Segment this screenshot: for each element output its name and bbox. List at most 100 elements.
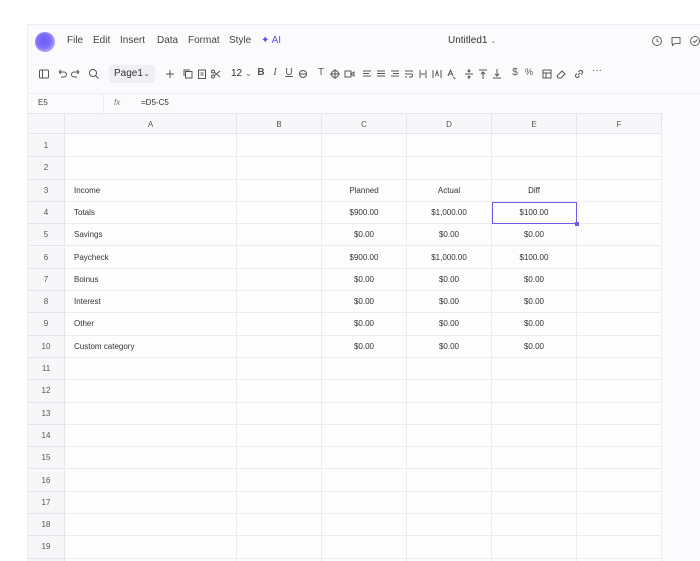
cell-c3[interactable]: Planned [322,179,407,202]
cell-a8[interactable]: Interest [65,291,237,314]
cell-d5[interactable]: $0.00 [407,224,492,247]
cell-d1[interactable] [407,135,492,158]
cell-d13[interactable] [407,402,492,425]
highlight-icon[interactable] [342,67,356,81]
cell-c18[interactable] [322,514,407,537]
cut-icon[interactable] [209,67,223,81]
cell-d8[interactable]: $0.00 [407,291,492,314]
cell-c6[interactable]: $900.00 [322,246,407,269]
menu-format[interactable]: Format [188,35,220,46]
italic-icon[interactable]: I [268,67,282,81]
cell-c19[interactable] [322,536,407,559]
cell-e16[interactable] [492,469,577,492]
cell-a17[interactable] [65,491,237,515]
cell-d16[interactable] [407,469,492,492]
menu-insert[interactable]: Insert [120,35,145,46]
cell-b14[interactable] [237,424,322,448]
cell-reference[interactable]: E5 [38,98,48,107]
cell-a19[interactable] [65,536,237,559]
cell-f10[interactable] [577,335,662,358]
link-icon[interactable] [572,67,586,81]
cell-c8[interactable]: $0.00 [322,291,407,314]
row-header[interactable]: 13 [28,402,65,425]
cell-b19[interactable] [237,536,322,559]
more-icon[interactable]: ··· [590,66,604,81]
add-icon[interactable] [163,67,177,81]
cell-d15[interactable] [407,447,492,470]
menu-style[interactable]: Style [229,35,251,46]
row-header[interactable]: 4 [28,201,65,225]
cell-b17[interactable] [237,491,322,515]
cell-f11[interactable] [577,358,662,381]
wrap-text-icon[interactable] [402,67,416,81]
cell-c15[interactable] [322,447,407,470]
row-header[interactable]: 16 [28,469,65,492]
cell-e19[interactable] [492,536,577,559]
align-center-icon[interactable] [374,67,388,81]
cell-f13[interactable] [577,402,662,425]
cell-d17[interactable] [407,491,492,515]
underline-icon[interactable]: U [282,67,296,81]
cell-a15[interactable] [65,447,237,470]
cell-b13[interactable] [237,402,322,425]
cell-b7[interactable] [237,268,322,292]
cell-b15[interactable] [237,447,322,470]
row-header[interactable]: 3 [28,179,65,202]
cell-a2[interactable] [65,157,237,180]
cell-f7[interactable] [577,268,662,292]
cell-d6[interactable]: $1,000.00 [407,246,492,269]
column-header-c[interactable]: C [322,113,407,134]
cell-a10[interactable]: Custom category [65,335,237,358]
cell-a1[interactable] [65,135,237,158]
cell-b2[interactable] [237,157,322,180]
percent-icon[interactable]: % [522,67,536,81]
cell-f2[interactable] [577,157,662,180]
cell-b12[interactable] [237,380,322,403]
cell-f5[interactable] [577,224,662,247]
cell-d12[interactable] [407,380,492,403]
row-header[interactable]: 7 [28,268,65,292]
sidebar-toggle-icon[interactable] [37,67,51,81]
cell-c5[interactable]: $0.00 [322,224,407,247]
document-title[interactable]: Untitled1 ⌄ [448,35,496,46]
cell-a12[interactable] [65,380,237,403]
row-header[interactable]: 11 [28,358,65,381]
cell-a9[interactable]: Other [65,313,237,336]
cell-a4[interactable]: Totals [65,201,237,225]
row-header[interactable]: 1 [28,135,65,158]
cell-f9[interactable] [577,313,662,336]
column-header-e[interactable]: E [492,113,577,134]
menu-ai[interactable]: ✦ AI [261,35,281,46]
cell-a13[interactable] [65,402,237,425]
fill-color-icon[interactable] [328,67,342,81]
cell-d9[interactable]: $0.00 [407,313,492,336]
column-header-d[interactable]: D [407,113,492,134]
bold-icon[interactable]: B [254,67,268,81]
cell-e6[interactable]: $100.00 [492,246,577,269]
copy-icon[interactable] [181,67,195,81]
cell-f18[interactable] [577,514,662,537]
redo-icon[interactable] [69,67,83,81]
cell-e7[interactable]: $0.00 [492,268,577,292]
cell-a18[interactable] [65,514,237,537]
cell-b16[interactable] [237,469,322,492]
cell-c9[interactable]: $0.00 [322,313,407,336]
cell-c2[interactable] [322,157,407,180]
comment-icon[interactable] [670,35,682,47]
cell-f3[interactable] [577,179,662,202]
row-header[interactable]: 2 [28,157,65,180]
cell-d2[interactable] [407,157,492,180]
cell-b18[interactable] [237,514,322,537]
cell-e8[interactable]: $0.00 [492,291,577,314]
row-header[interactable]: 18 [28,514,65,537]
cell-d11[interactable] [407,358,492,381]
search-icon[interactable] [87,67,101,81]
cell-c7[interactable]: $0.00 [322,268,407,292]
text-color-icon[interactable]: T [314,67,328,81]
text-direction-icon[interactable] [430,67,444,81]
row-header[interactable]: 17 [28,491,65,515]
cell-f8[interactable] [577,291,662,314]
cell-a7[interactable]: Boinus [65,268,237,292]
cell-f19[interactable] [577,536,662,559]
cell-c10[interactable]: $0.00 [322,335,407,358]
